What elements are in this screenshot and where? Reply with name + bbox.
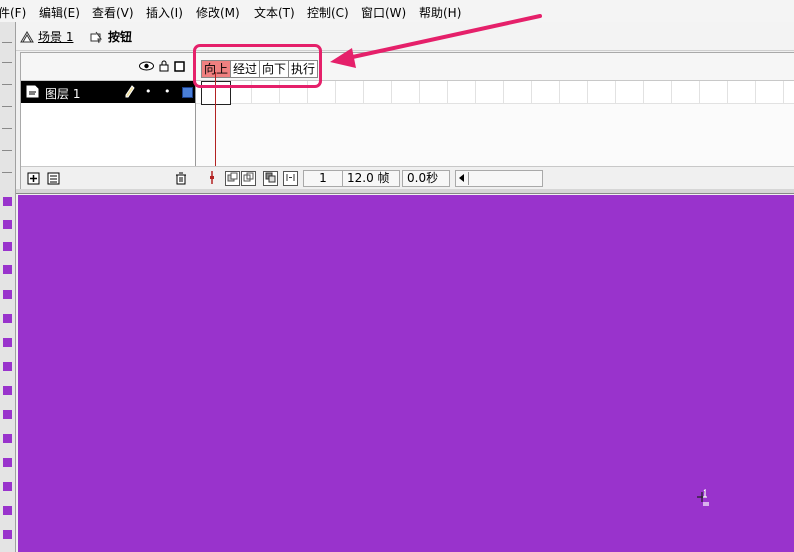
menu-view[interactable]: 查看(V) — [92, 4, 134, 21]
edit-multiple-icon[interactable] — [263, 171, 278, 186]
strip-swatch[interactable] — [3, 482, 12, 491]
scene-1-link[interactable]: 场景 1 — [20, 28, 73, 45]
menu-bar: 件(F) 编辑(E) 查看(V) 插入(I) 修改(M) 文本(T) 控制(C)… — [0, 0, 794, 23]
button-symbol-link[interactable]: 按钮 — [90, 28, 132, 45]
menu-window[interactable]: 窗口(W) — [361, 4, 406, 21]
symbol-label: 按钮 — [108, 30, 133, 44]
strip-swatch[interactable] — [3, 220, 12, 229]
onion-skin-icon[interactable] — [225, 171, 240, 186]
strip-tick — [2, 42, 12, 43]
edit-bar: 场景 1 按钮 — [16, 22, 794, 51]
current-frame-field[interactable]: 1 — [303, 170, 343, 187]
timeline-hscroll[interactable] — [455, 170, 543, 187]
frame-rate-field[interactable]: 12.0 帧 — [342, 170, 400, 187]
strip-tick — [2, 150, 12, 151]
timeline-panel: 向上 经过 向下 执行 图层 1 • • 1 12.0 帧 0.0秒 — [20, 52, 794, 190]
strip-swatch[interactable] — [3, 434, 12, 443]
scroll-thumb[interactable] — [468, 172, 469, 185]
strip-tick — [2, 84, 12, 85]
eye-icon[interactable] — [139, 61, 154, 71]
strip-swatch[interactable] — [3, 242, 12, 251]
layer-header-icons — [139, 60, 185, 72]
layer-icon — [26, 85, 39, 98]
strip-swatch[interactable] — [3, 410, 12, 419]
frames-empty-area — [196, 104, 794, 166]
timeline-footer: 1 12.0 帧 0.0秒 — [21, 166, 794, 190]
strip-swatch[interactable] — [3, 197, 12, 206]
strip-swatch[interactable] — [3, 458, 12, 467]
strip-swatch[interactable] — [3, 290, 12, 299]
scroll-left-icon[interactable] — [459, 174, 464, 182]
trash-icon[interactable] — [175, 172, 187, 185]
registration-point-icon — [697, 489, 709, 506]
onion-outline-icon[interactable] — [241, 171, 256, 186]
button-symbol-icon — [90, 31, 102, 43]
strip-swatch[interactable] — [3, 338, 12, 347]
add-folder-icon[interactable] — [47, 172, 60, 185]
menu-text[interactable]: 文本(T) — [254, 4, 295, 21]
strip-swatch[interactable] — [3, 386, 12, 395]
menu-file[interactable]: 件(F) — [0, 4, 26, 21]
strip-swatch[interactable] — [3, 530, 12, 539]
panel-divider[interactable] — [16, 189, 794, 194]
tools-strip — [0, 22, 16, 552]
layer-outline-color[interactable] — [182, 87, 193, 98]
stage[interactable] — [18, 195, 794, 552]
layer-name: 图层 1 — [45, 87, 81, 101]
menu-help[interactable]: 帮助(H) — [419, 4, 461, 21]
layer-lock-dot[interactable]: • — [164, 85, 171, 98]
strip-swatch[interactable] — [3, 506, 12, 515]
elapsed-time-field: 0.0秒 — [402, 170, 450, 187]
strip-tick — [2, 172, 12, 173]
menu-modify[interactable]: 修改(M) — [196, 4, 240, 21]
strip-swatch[interactable] — [3, 265, 12, 274]
menu-control[interactable]: 控制(C) — [307, 4, 349, 21]
layer-visibility-dot[interactable]: • — [145, 85, 152, 98]
add-layer-icon[interactable] — [27, 172, 40, 185]
pencil-icon — [125, 85, 135, 98]
onion-markers-icon[interactable] — [283, 171, 298, 186]
strip-tick — [2, 106, 12, 107]
strip-tick — [2, 62, 12, 63]
layer-row[interactable]: 图层 1 • • — [21, 81, 195, 103]
lock-icon[interactable] — [159, 60, 169, 72]
strip-tick — [2, 128, 12, 129]
strip-swatch[interactable] — [3, 362, 12, 371]
menu-insert[interactable]: 插入(I) — [146, 4, 183, 21]
strip-swatch[interactable] — [3, 314, 12, 323]
outline-icon[interactable] — [174, 60, 185, 72]
menu-edit[interactable]: 编辑(E) — [39, 4, 80, 21]
annotation-highlight-box — [193, 44, 322, 88]
scene-label: 场景 1 — [38, 30, 74, 44]
scene-icon — [20, 30, 34, 42]
center-frame-icon[interactable] — [205, 171, 218, 184]
